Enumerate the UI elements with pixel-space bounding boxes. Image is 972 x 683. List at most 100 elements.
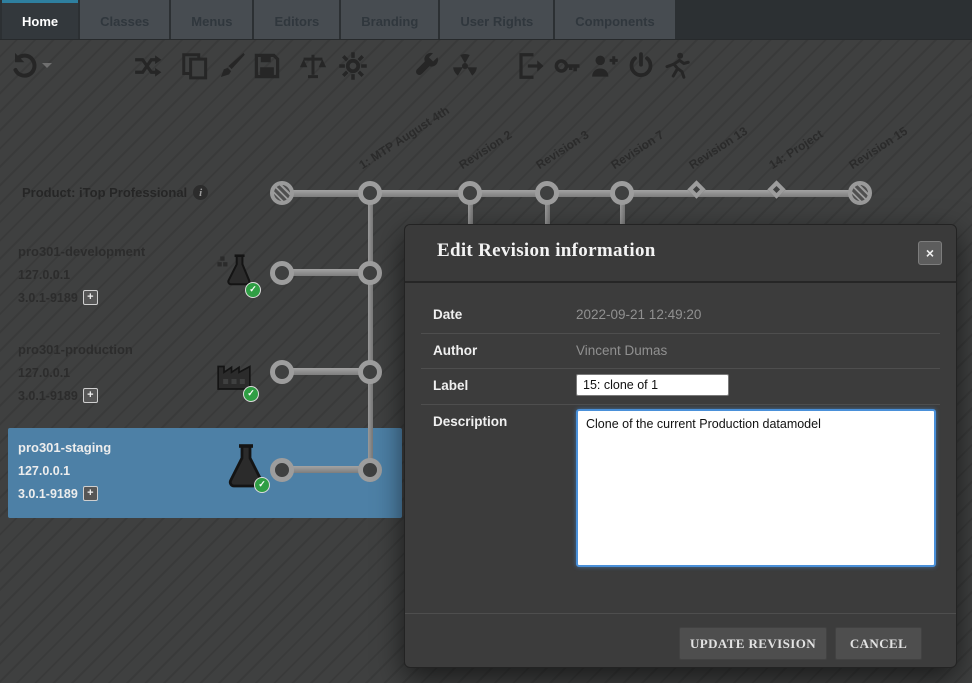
compare-button[interactable] [294, 47, 332, 85]
environment-host: 127.0.0.1 [18, 268, 70, 282]
radiation-button[interactable] [446, 47, 484, 85]
node-label: Revision 3 [533, 128, 591, 172]
staging-flask-icon: ✓ [222, 442, 270, 495]
expand-version-button[interactable]: + [83, 388, 98, 403]
label-field-label: Label [433, 378, 468, 393]
staging-branch-junction-node[interactable] [358, 458, 382, 482]
edit-revision-modal: Edit Revision information × Date 2022-09… [404, 224, 957, 668]
modal-title: Edit Revision information [437, 240, 656, 262]
product-label: Product: iTop Professional i [22, 185, 208, 200]
check-badge-icon: ✓ [245, 282, 261, 298]
production-branch-start-node[interactable] [270, 360, 294, 384]
node-label: Revision 2 [456, 128, 514, 172]
add-user-icon [589, 51, 619, 81]
undo-dropdown-caret-icon[interactable] [42, 63, 52, 73]
export-icon [516, 51, 546, 81]
app-window: Home Classes Menus Editors Branding User… [0, 0, 972, 683]
tab-components[interactable]: Components [555, 0, 674, 39]
key-icon [552, 51, 582, 81]
timeline-node-revision-7[interactable] [610, 181, 634, 205]
paint-brush-icon [216, 51, 246, 81]
description-textarea[interactable]: Clone of the current Production datamode… [576, 409, 936, 567]
timeline-node-revision-3[interactable] [535, 181, 559, 205]
node-label: Revision 15 [846, 124, 910, 172]
copy-icon [180, 51, 210, 81]
timeline-node-revision-2[interactable] [458, 181, 482, 205]
branch-connector-line [368, 196, 373, 472]
field-separator [421, 404, 940, 405]
tab-classes[interactable]: Classes [80, 0, 169, 39]
info-icon[interactable]: i [193, 185, 208, 200]
environment-row-staging[interactable]: pro301-staging 127.0.0.1 3.0.1-9189 + ✓ [8, 428, 402, 518]
save-button[interactable] [248, 47, 286, 85]
field-separator [421, 333, 940, 334]
transform-icon [132, 51, 162, 81]
copy-button[interactable] [176, 47, 214, 85]
tab-home[interactable]: Home [2, 0, 78, 39]
author-field-label: Author [433, 343, 477, 358]
expand-version-button[interactable]: + [83, 486, 98, 501]
version-text: 3.0.1-9189 [18, 389, 78, 403]
timeline-node-revision-1[interactable] [358, 181, 382, 205]
save-icon [252, 51, 282, 81]
check-badge-icon: ✓ [243, 386, 259, 402]
settings-button[interactable] [334, 47, 372, 85]
tab-branding[interactable]: Branding [341, 0, 438, 39]
tab-bar: Home Classes Menus Editors Branding User… [0, 0, 972, 40]
environment-name: pro301-development [18, 244, 145, 259]
product-label-text: Product: iTop Professional [22, 185, 187, 200]
date-field-label: Date [433, 307, 462, 322]
environment-host: 127.0.0.1 [18, 464, 70, 478]
modal-header: Edit Revision information × [405, 225, 956, 283]
tab-menus[interactable]: Menus [171, 0, 252, 39]
node-label: 1: MTP August 4th [356, 103, 451, 172]
run-button[interactable] [658, 47, 696, 85]
footer-separator [405, 613, 956, 614]
node-label: 14: Project [766, 127, 825, 172]
label-input[interactable] [576, 374, 729, 396]
gear-icon [338, 51, 368, 81]
power-button[interactable] [622, 47, 660, 85]
scales-icon [298, 51, 328, 81]
tools-button[interactable] [408, 47, 446, 85]
undo-icon [10, 51, 40, 81]
field-separator [421, 368, 940, 369]
expand-version-button[interactable]: + [83, 290, 98, 305]
environment-row-production[interactable]: pro301-production 127.0.0.1 3.0.1-9189 +… [8, 330, 402, 422]
development-flask-icon: ✓ [216, 250, 256, 295]
tab-user-rights[interactable]: User Rights [440, 0, 553, 39]
timeline-node-revision-15[interactable] [848, 181, 872, 205]
environment-name: pro301-production [18, 342, 133, 357]
tab-editors[interactable]: Editors [254, 0, 339, 39]
key-button[interactable] [548, 47, 586, 85]
node-label: Revision 7 [608, 128, 666, 172]
staging-branch-start-node[interactable] [270, 458, 294, 482]
version-text: 3.0.1-9189 [18, 487, 78, 501]
environment-name: pro301-staging [18, 440, 111, 455]
environment-version: 3.0.1-9189 + [18, 486, 98, 501]
transform-button[interactable] [128, 47, 166, 85]
environment-version: 3.0.1-9189 + [18, 388, 98, 403]
runner-icon [662, 51, 692, 81]
undo-button[interactable] [6, 47, 44, 85]
update-revision-button[interactable]: UPDATE REVISION [679, 627, 827, 660]
development-branch-junction-node[interactable] [358, 261, 382, 285]
version-text: 3.0.1-9189 [18, 291, 78, 305]
production-factory-icon: ✓ [214, 354, 254, 399]
export-button[interactable] [512, 47, 550, 85]
radiation-icon [450, 51, 480, 81]
wrench-icon [412, 51, 442, 81]
add-user-button[interactable] [585, 47, 623, 85]
paint-button[interactable] [212, 47, 250, 85]
environment-version: 3.0.1-9189 + [18, 290, 98, 305]
description-field-label: Description [433, 414, 507, 429]
author-field-value: Vincent Dumas [576, 343, 667, 358]
close-icon[interactable]: × [918, 241, 942, 265]
environment-row-development[interactable]: pro301-development 127.0.0.1 3.0.1-9189 … [8, 232, 402, 324]
date-field-value: 2022-09-21 12:49:20 [576, 307, 701, 322]
check-badge-icon: ✓ [254, 477, 270, 493]
development-branch-start-node[interactable] [270, 261, 294, 285]
cancel-button[interactable]: CANCEL [835, 627, 922, 660]
timeline-node-origin[interactable] [270, 181, 294, 205]
production-branch-junction-node[interactable] [358, 360, 382, 384]
